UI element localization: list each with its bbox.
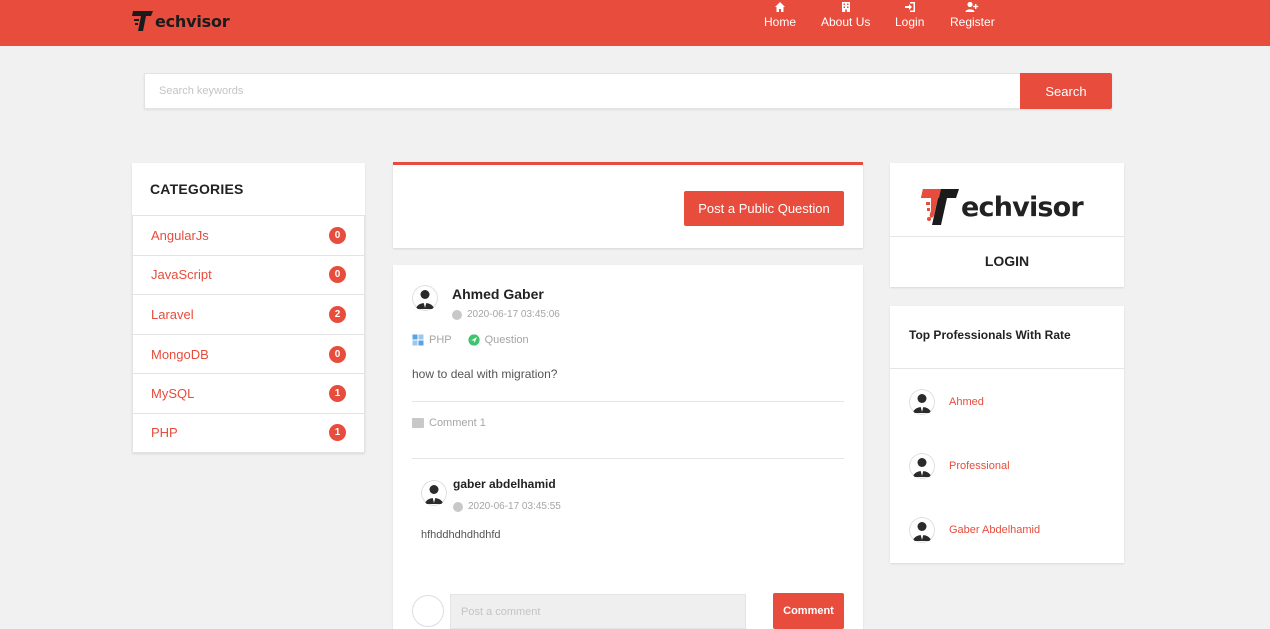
nav-register-label: Register bbox=[950, 15, 995, 29]
comment-author[interactable]: gaber abdelhamid bbox=[453, 477, 556, 491]
post-public-question-button[interactable]: Post a Public Question bbox=[684, 191, 844, 226]
question-type-icon bbox=[468, 334, 480, 346]
nav-login[interactable]: Login bbox=[895, 0, 924, 29]
category-label: Laravel bbox=[151, 306, 194, 322]
category-count-badge: 0 bbox=[329, 266, 346, 284]
categories-list: AngularJs 0 JavaScript 0 Laravel 2 Mongo… bbox=[132, 215, 365, 453]
logo-t-mark-icon bbox=[132, 11, 153, 31]
categories-title: CATEGORIES bbox=[150, 181, 244, 197]
user-avatar-icon bbox=[909, 517, 935, 543]
comment-bubble-icon bbox=[412, 418, 424, 428]
nav-about-us[interactable]: About Us bbox=[821, 0, 870, 29]
comment-count-text: Comment 1 bbox=[429, 417, 486, 429]
search-button[interactable]: Search bbox=[1020, 73, 1112, 109]
professional-item[interactable]: Ahmed bbox=[909, 388, 984, 416]
current-user-avatar bbox=[412, 595, 444, 627]
comment-date-text: 2020-06-17 03:45:55 bbox=[468, 501, 561, 512]
nav-home-label: Home bbox=[764, 15, 797, 29]
category-item-mysql[interactable]: MySQL 1 bbox=[132, 373, 365, 413]
category-label: MongoDB bbox=[151, 346, 209, 362]
professional-item[interactable]: Gaber Abdelhamid bbox=[909, 516, 1040, 544]
login-link[interactable]: LOGIN bbox=[890, 253, 1124, 269]
post-date: 2020-06-17 03:45:06 bbox=[452, 309, 560, 320]
brand-name: echvisor bbox=[155, 11, 230, 31]
login-panel: echvisor LOGIN bbox=[890, 163, 1124, 287]
ask-question-panel: Post a Public Question bbox=[393, 162, 863, 248]
divider bbox=[412, 458, 844, 459]
category-label: PHP bbox=[151, 425, 178, 441]
divider bbox=[890, 368, 1124, 369]
categories-panel: CATEGORIES AngularJs 0 JavaScript 0 Lara… bbox=[132, 163, 365, 453]
professional-avatar bbox=[909, 517, 935, 543]
post-type-label: Question bbox=[484, 334, 529, 346]
comment-author-avatar[interactable] bbox=[421, 480, 447, 506]
comment-count[interactable]: Comment 1 bbox=[412, 417, 486, 429]
post-comment-form: Comment bbox=[412, 593, 844, 629]
post-date-text: 2020-06-17 03:45:06 bbox=[467, 309, 560, 320]
professional-item[interactable]: Professional bbox=[909, 452, 1010, 480]
category-item-angularjs[interactable]: AngularJs 0 bbox=[132, 215, 365, 255]
top-professionals-panel: Top Professionals With Rate Ahmed Profes… bbox=[890, 306, 1124, 563]
search-bar: Search bbox=[144, 73, 1112, 109]
building-icon bbox=[841, 0, 851, 14]
category-label: AngularJs bbox=[151, 227, 209, 243]
post-tags: PHP Question bbox=[412, 334, 545, 346]
sign-in-icon bbox=[904, 0, 916, 14]
category-grid-icon bbox=[412, 334, 424, 346]
clock-icon bbox=[452, 309, 462, 320]
user-avatar-icon bbox=[909, 453, 935, 479]
comment-submit-button[interactable]: Comment bbox=[773, 593, 844, 629]
user-plus-icon bbox=[965, 0, 979, 14]
divider bbox=[412, 401, 844, 402]
divider bbox=[890, 236, 1124, 237]
logo-t-mark-icon bbox=[921, 189, 959, 225]
category-label: JavaScript bbox=[151, 267, 212, 283]
brand-logo-large[interactable]: echvisor bbox=[921, 182, 1084, 232]
top-professionals-title: Top Professionals With Rate bbox=[909, 328, 1071, 342]
user-avatar-icon bbox=[412, 285, 438, 311]
clock-icon bbox=[453, 501, 463, 512]
professional-name[interactable]: Professional bbox=[949, 460, 1010, 472]
category-label: MySQL bbox=[151, 386, 195, 402]
post-category-label: PHP bbox=[429, 334, 452, 346]
category-count-badge: 0 bbox=[329, 226, 346, 244]
nav-register[interactable]: Register bbox=[950, 0, 995, 29]
category-item-javascript[interactable]: JavaScript 0 bbox=[132, 254, 365, 295]
home-icon bbox=[774, 0, 786, 14]
top-navbar: echvisor Home About Us Login Register bbox=[0, 0, 1270, 46]
user-avatar-icon bbox=[421, 480, 447, 506]
category-item-laravel[interactable]: Laravel 2 bbox=[132, 294, 365, 334]
category-count-badge: 2 bbox=[329, 305, 346, 323]
professional-name[interactable]: Ahmed bbox=[949, 396, 984, 408]
post-body: how to deal with migration? bbox=[412, 367, 558, 381]
category-item-mongodb[interactable]: MongoDB 0 bbox=[132, 333, 365, 374]
category-item-php[interactable]: PHP 1 bbox=[132, 412, 365, 453]
nav-about-label: About Us bbox=[821, 15, 871, 29]
post-category-tag[interactable]: PHP bbox=[412, 334, 452, 346]
category-count-badge: 1 bbox=[329, 424, 346, 442]
comment-date: 2020-06-17 03:45:55 bbox=[453, 501, 561, 512]
nav-home[interactable]: Home bbox=[764, 0, 796, 29]
professional-name[interactable]: Gaber Abdelhamid bbox=[949, 524, 1040, 536]
comment-body: hfhddhdhdhdhfd bbox=[421, 529, 501, 541]
question-post: Ahmed Gaber 2020-06-17 03:45:06 PHP Ques… bbox=[393, 265, 863, 629]
post-author[interactable]: Ahmed Gaber bbox=[452, 286, 544, 302]
search-input[interactable] bbox=[144, 73, 1020, 109]
comment-input[interactable] bbox=[450, 594, 746, 629]
brand-name-large: echvisor bbox=[961, 191, 1084, 223]
professional-avatar bbox=[909, 389, 935, 415]
category-count-badge: 0 bbox=[329, 345, 346, 363]
nav-login-label: Login bbox=[895, 15, 925, 29]
category-count-badge: 1 bbox=[329, 385, 346, 403]
professional-avatar bbox=[909, 453, 935, 479]
brand-logo[interactable]: echvisor bbox=[132, 6, 230, 36]
author-avatar[interactable] bbox=[412, 285, 438, 311]
post-type-tag[interactable]: Question bbox=[468, 334, 529, 346]
user-avatar-icon bbox=[909, 389, 935, 415]
